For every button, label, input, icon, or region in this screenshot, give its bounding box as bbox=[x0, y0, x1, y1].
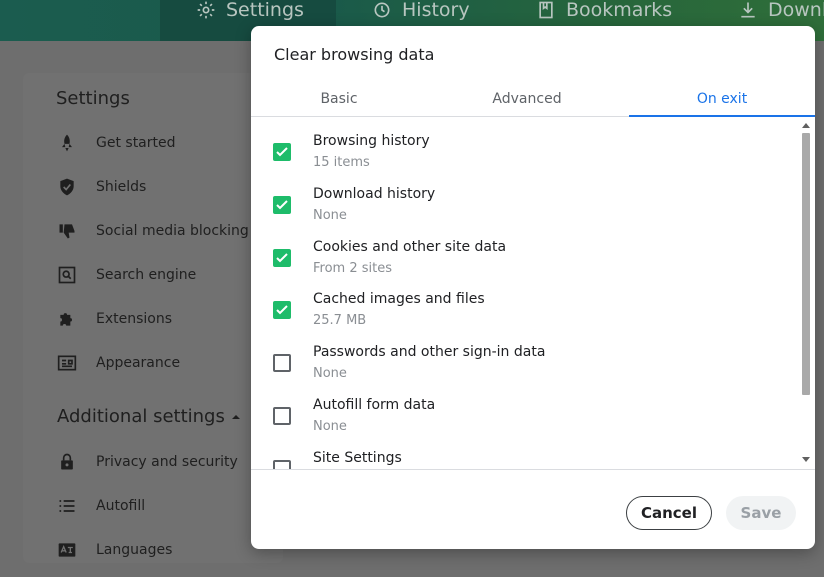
sidebar-item-label: Search engine bbox=[96, 267, 197, 283]
sidebar-item-label: Get started bbox=[96, 135, 176, 151]
tab-basic[interactable]: Basic bbox=[251, 82, 427, 116]
cached-images-checkbox[interactable] bbox=[273, 301, 291, 319]
tab-downloads-label: Downl bbox=[768, 0, 824, 21]
sidebar-item-label: Social media blocking bbox=[96, 223, 249, 239]
tab-bookmarks-label: Bookmarks bbox=[566, 0, 673, 21]
additional-settings-label: Additional settings bbox=[57, 406, 225, 427]
list-item[interactable]: Download history None bbox=[251, 170, 796, 223]
additional-settings-toggle[interactable]: Additional settings bbox=[57, 406, 241, 427]
option-subtitle: 25.7 MB bbox=[313, 313, 367, 328]
checkmark-icon bbox=[276, 200, 288, 210]
dialog-tabs: Basic Advanced On exit bbox=[251, 82, 815, 117]
cancel-button[interactable]: Cancel bbox=[626, 496, 712, 530]
appearance-icon bbox=[56, 352, 78, 374]
sidebar-item-autofill[interactable]: Autofill bbox=[56, 494, 145, 518]
tab-advanced[interactable]: Advanced bbox=[439, 82, 615, 116]
sidebar-item-label: Extensions bbox=[96, 311, 173, 327]
passwords-checkbox[interactable] bbox=[273, 354, 291, 372]
tab-settings[interactable]: Settings bbox=[196, 0, 304, 21]
shield-icon bbox=[56, 176, 78, 198]
lock-icon bbox=[56, 451, 78, 473]
option-title: Passwords and other sign-in data bbox=[313, 344, 546, 360]
checkmark-icon bbox=[276, 305, 288, 315]
list-item[interactable]: Browsing history 15 items bbox=[251, 117, 796, 170]
list-icon bbox=[56, 495, 78, 517]
list-scrollbar[interactable] bbox=[796, 117, 815, 469]
option-subtitle: From 2 sites bbox=[313, 261, 392, 276]
sidebar-item-social-media-blocking[interactable]: Social media blocking bbox=[56, 219, 249, 243]
sidebar-item-appearance[interactable]: Appearance bbox=[56, 351, 180, 375]
list-item[interactable]: Site Settings bbox=[251, 434, 796, 469]
option-subtitle: 15 items bbox=[313, 155, 370, 170]
caret-up-icon bbox=[231, 414, 240, 419]
gear-icon bbox=[197, 1, 215, 19]
rocket-icon bbox=[56, 132, 78, 154]
tab-bookmarks[interactable]: Bookmarks bbox=[536, 0, 673, 21]
tab-on-exit[interactable]: On exit bbox=[629, 82, 815, 117]
sidebar-item-extensions[interactable]: Extensions bbox=[56, 307, 172, 331]
option-title: Autofill form data bbox=[313, 397, 436, 413]
history-icon bbox=[374, 2, 390, 18]
sidebar-item-privacy-and-security[interactable]: Privacy and security bbox=[56, 450, 238, 474]
thumbs-down-icon bbox=[56, 220, 78, 242]
tab-settings-label: Settings bbox=[226, 0, 304, 21]
search-engine-icon bbox=[56, 264, 78, 286]
sidebar-item-label: Privacy and security bbox=[96, 454, 238, 470]
option-subtitle: None bbox=[313, 208, 347, 223]
browsing-history-checkbox[interactable] bbox=[273, 143, 291, 161]
checkmark-icon bbox=[276, 253, 288, 263]
option-title: Cookies and other site data bbox=[313, 239, 507, 255]
clear-data-options-list: Browsing history 15 items Download histo… bbox=[251, 117, 815, 470]
tab-history-label: History bbox=[402, 0, 470, 21]
sidebar-item-languages[interactable]: Languages bbox=[56, 538, 172, 562]
sidebar-item-label: Languages bbox=[96, 542, 173, 558]
save-button[interactable]: Save bbox=[726, 496, 796, 530]
tab-history[interactable]: History bbox=[372, 0, 470, 21]
scroll-up-arrow-icon[interactable] bbox=[802, 123, 810, 128]
languages-icon bbox=[56, 539, 78, 561]
option-subtitle: None bbox=[313, 366, 347, 381]
checkmark-icon bbox=[276, 147, 288, 157]
puzzle-icon bbox=[56, 308, 78, 330]
autofill-form-data-checkbox[interactable] bbox=[273, 407, 291, 425]
dialog-title: Clear browsing data bbox=[274, 45, 435, 64]
download-history-checkbox[interactable] bbox=[273, 196, 291, 214]
list-item[interactable]: Autofill form data None bbox=[251, 381, 796, 434]
sidebar-item-get-started[interactable]: Get started bbox=[56, 131, 176, 155]
list-item[interactable]: Cached images and files 25.7 MB bbox=[251, 275, 796, 328]
tab-downloads[interactable]: Downl bbox=[738, 0, 824, 21]
clear-browsing-data-dialog: Clear browsing data Basic Advanced On ex… bbox=[251, 26, 815, 549]
sidebar-item-label: Appearance bbox=[96, 355, 181, 371]
list-item[interactable]: Passwords and other sign-in data None bbox=[251, 328, 796, 381]
scroll-down-arrow-icon[interactable] bbox=[802, 457, 810, 462]
bookmark-icon bbox=[539, 1, 553, 19]
list-item[interactable]: Cookies and other site data From 2 sites bbox=[251, 223, 796, 276]
site-settings-checkbox[interactable] bbox=[273, 460, 291, 469]
download-icon bbox=[741, 2, 755, 18]
option-title: Cached images and files bbox=[313, 291, 485, 307]
sidebar-item-label: Shields bbox=[96, 179, 147, 195]
option-title: Browsing history bbox=[313, 133, 430, 149]
sidebar-title: Settings bbox=[56, 88, 130, 109]
option-title: Site Settings bbox=[313, 450, 402, 466]
cookies-checkbox[interactable] bbox=[273, 249, 291, 267]
option-title: Download history bbox=[313, 186, 436, 202]
sidebar-item-label: Autofill bbox=[96, 498, 146, 514]
option-subtitle: None bbox=[313, 419, 347, 434]
sidebar-item-shields[interactable]: Shields bbox=[56, 175, 146, 199]
sidebar-item-search-engine[interactable]: Search engine bbox=[56, 263, 196, 287]
scrollbar-thumb[interactable] bbox=[802, 133, 810, 395]
